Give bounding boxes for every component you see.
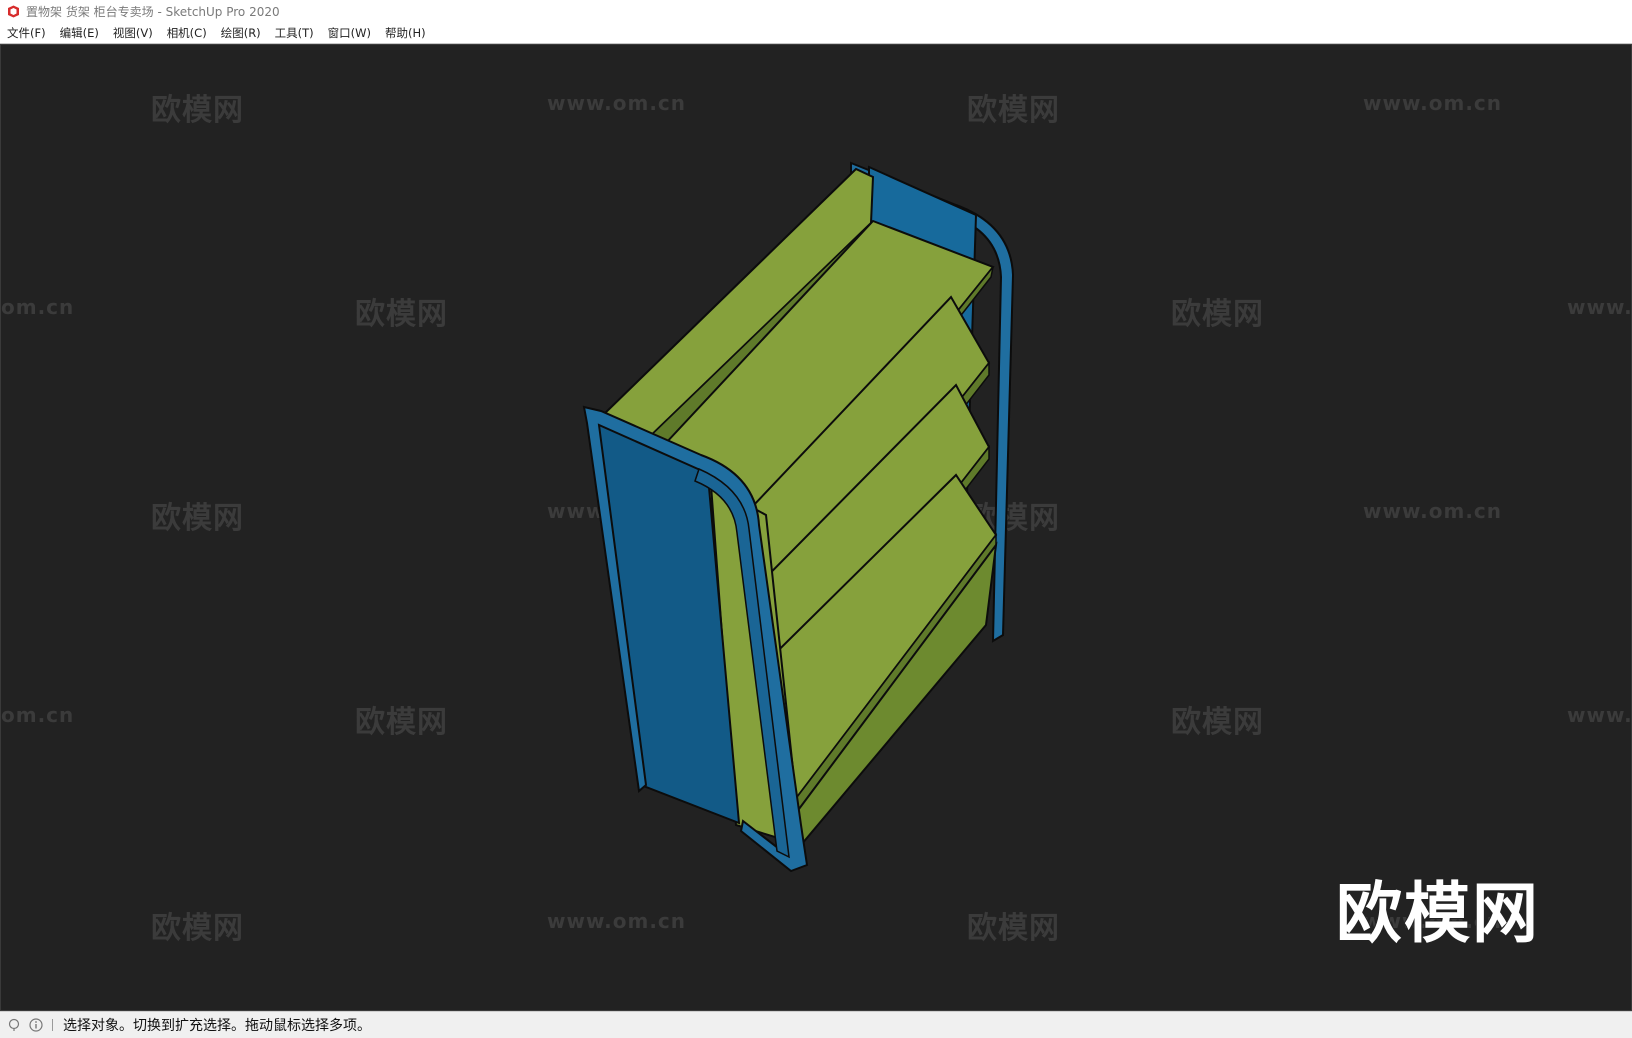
window-title: 置物架 货架 柜台专卖场 - SketchUp Pro 2020 — [26, 4, 280, 19]
status-message: 选择对象。切换到扩充选择。拖动鼠标选择多项。 — [63, 1018, 371, 1034]
menu-help[interactable]: 帮助(H) — [378, 25, 433, 41]
watermark-logo: 欧模网 — [1335, 874, 1540, 953]
menu-tools[interactable]: 工具(T) — [268, 25, 321, 41]
menu-draw[interactable]: 绘图(R) — [214, 25, 268, 41]
menu-edit[interactable]: 编辑(E) — [53, 25, 106, 41]
geo-location-icon[interactable] — [6, 1017, 22, 1033]
info-icon[interactable] — [28, 1017, 44, 1033]
menu-window[interactable]: 窗口(W) — [321, 25, 378, 41]
sketchup-icon — [6, 4, 20, 18]
status-bar: 选择对象。切换到扩充选择。拖动鼠标选择多项。 — [0, 1011, 1632, 1038]
menu-file[interactable]: 文件(F) — [0, 25, 53, 41]
status-divider — [52, 1019, 53, 1031]
menu-bar: 文件(F) 编辑(E) 视图(V) 相机(C) 绘图(R) 工具(T) 窗口(W… — [0, 22, 1632, 44]
menu-view[interactable]: 视图(V) — [106, 25, 160, 41]
model-viewport[interactable]: 欧模网 www.om.cn 欧模网 www.om.cn om.cn 欧模网 ww… — [0, 44, 1632, 1011]
menu-camera[interactable]: 相机(C) — [160, 25, 214, 41]
title-bar: 置物架 货架 柜台专卖场 - SketchUp Pro 2020 — [0, 0, 1632, 22]
